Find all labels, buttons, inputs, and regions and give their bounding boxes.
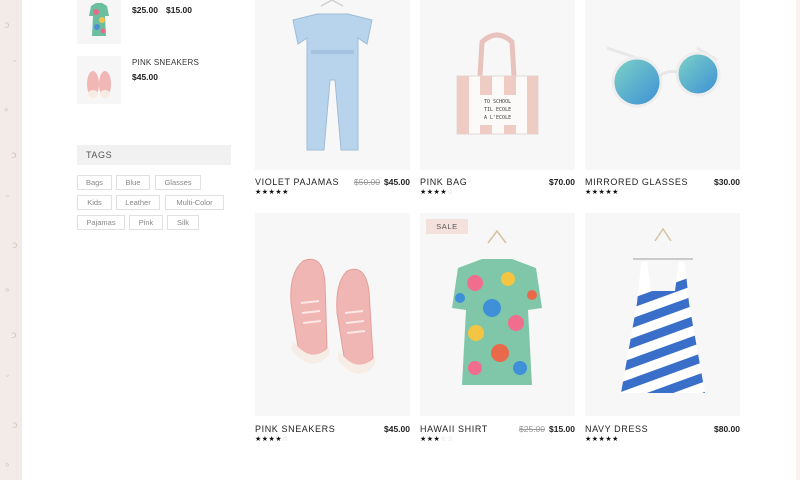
recent-product[interactable]: PINK SNEAKERS $45.00 [77, 56, 231, 106]
floral-dress-image[interactable]: SALE [420, 213, 575, 416]
sneakers-image[interactable] [255, 213, 410, 416]
product-name[interactable]: MIRRORED GLASSES [585, 177, 688, 187]
floral-dress-thumbnail[interactable] [77, 0, 121, 44]
striped-dress-image[interactable] [585, 213, 740, 416]
recent-product-price: $25.00 $15.00 [132, 5, 192, 15]
product-price: $30.00 [714, 177, 740, 187]
tag-glasses[interactable]: Glasses [155, 175, 201, 190]
product-price: $70.00 [549, 177, 575, 187]
product-price: $45.00 [384, 424, 410, 434]
page-edge [796, 0, 800, 480]
rating-stars: ★★★★★ [585, 435, 619, 443]
decorative-side-pattern: ↄ ˘ ∘ ↄ ˘ ↄ ∘ ↄ ˘ ↄ ∘ [0, 0, 22, 480]
tag-multi-color[interactable]: Multi-Color [165, 195, 224, 210]
product-price: $25.00 $15.00 [519, 424, 575, 434]
rating-stars: ★★★★★ [585, 188, 619, 196]
product-price: $50.00 $45.00 [354, 177, 410, 187]
tag-bags[interactable]: Bags [77, 175, 112, 190]
product-name[interactable]: NAVY DRESS [585, 424, 648, 434]
product-price: $80.00 [714, 424, 740, 434]
rating-stars: ★★★★★ [255, 188, 289, 196]
tote-bag-image[interactable]: TO SCHOOL TIL ECOLE A L'ECOLE [420, 0, 575, 170]
tag-pink[interactable]: Pink [129, 215, 163, 230]
bag-print-text: TO SCHOOL TIL ECOLE A L'ECOLE [484, 99, 512, 121]
tag-leather[interactable]: Leather [116, 195, 160, 210]
product-name[interactable]: PINK BAG [420, 177, 467, 187]
product-name[interactable]: HAWAII SHIRT [420, 424, 488, 434]
sunglasses-image[interactable] [585, 0, 740, 170]
tags-heading: TAGS [77, 145, 231, 165]
pink-sneakers-thumbnail[interactable] [77, 56, 121, 104]
rating-stars: ★★★★☆ [420, 188, 454, 196]
jumpsuit-image[interactable] [255, 0, 410, 170]
product-name[interactable]: VIOLET PAJAMAS [255, 177, 339, 187]
tag-kids[interactable]: Kids [77, 195, 112, 210]
recent-product[interactable]: $25.00 $15.00 [77, 0, 231, 46]
recent-product-price: $45.00 [132, 72, 158, 82]
sale-badge: SALE [426, 219, 468, 234]
tag-pajamas[interactable]: Pajamas [77, 215, 125, 230]
tag-silk[interactable]: Silk [167, 215, 199, 230]
rating-stars: ★★★☆☆ [420, 435, 454, 443]
tag-blue[interactable]: Blue [116, 175, 150, 190]
rating-stars: ★★★★☆ [255, 435, 289, 443]
product-name[interactable]: PINK SNEAKERS [255, 424, 335, 434]
recent-product-name[interactable]: PINK SNEAKERS [132, 58, 199, 67]
